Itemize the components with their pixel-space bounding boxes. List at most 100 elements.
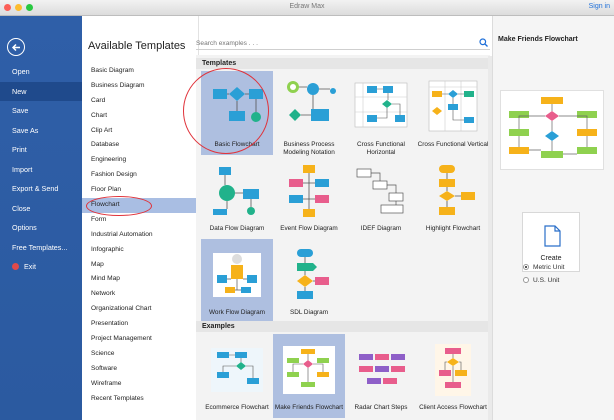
- idef-thumb-icon: [356, 168, 404, 214]
- menu-exit[interactable]: Exit: [0, 257, 82, 277]
- category-item[interactable]: Fashion Design: [82, 168, 199, 183]
- templates-section-heading: Templates: [196, 58, 490, 69]
- search-input[interactable]: [196, 38, 476, 49]
- exit-icon: [12, 263, 19, 270]
- template-work-flow[interactable]: Work Flow Diagram: [201, 239, 273, 323]
- menu-open[interactable]: Open: [0, 62, 82, 82]
- highlight-flowchart-thumb-icon: [439, 165, 475, 215]
- template-cross-functional-vertical[interactable]: Cross Functional Vertical: [417, 71, 489, 155]
- menu-options[interactable]: Options: [0, 218, 82, 238]
- menu-import[interactable]: Import: [0, 160, 82, 180]
- example-label: Client Access Flowchart: [419, 404, 487, 411]
- us-unit-option[interactable]: U.S. Unit: [523, 277, 559, 284]
- category-panel: Available Templates Basic Diagram Busine…: [82, 16, 199, 420]
- radar-chart-steps-thumb-icon: [359, 354, 405, 384]
- template-bpmn[interactable]: Business Process Modeling Notation: [273, 71, 345, 156]
- category-item[interactable]: Organizational Chart: [82, 302, 199, 317]
- example-client-access-flowchart[interactable]: Client Access Flowchart: [417, 334, 489, 418]
- category-item[interactable]: Business Diagram: [82, 79, 199, 94]
- category-item[interactable]: Mind Map: [82, 272, 199, 287]
- category-item[interactable]: Industrial Automation: [82, 228, 199, 243]
- category-item[interactable]: Map: [82, 258, 199, 273]
- category-item[interactable]: Form: [82, 213, 199, 228]
- search-bar: [196, 38, 490, 50]
- category-item[interactable]: Engineering: [82, 153, 199, 168]
- example-label: Radar Chart Steps: [354, 404, 408, 411]
- menu-save-as[interactable]: Save As: [0, 121, 82, 141]
- make-friends-preview-image: [509, 97, 597, 158]
- template-label: Work Flow Diagram: [209, 309, 265, 316]
- us-unit-radio[interactable]: [523, 277, 529, 283]
- category-item[interactable]: Infographic: [82, 243, 199, 258]
- preview-title: Make Friends Flowchart: [498, 36, 578, 43]
- preview-thumbnail: [500, 90, 604, 170]
- template-label: SDL Diagram: [289, 309, 329, 316]
- menu-save[interactable]: Save: [0, 101, 82, 121]
- menu-new[interactable]: New: [0, 81, 82, 101]
- category-item[interactable]: Card: [82, 94, 199, 109]
- category-item-flowchart[interactable]: Flowchart: [82, 198, 199, 213]
- example-ecommerce-flowchart[interactable]: Ecommerce Flowchart: [201, 334, 273, 418]
- category-item[interactable]: Recent Templates: [82, 392, 199, 407]
- event-flow-thumb-icon: [289, 165, 329, 217]
- template-label: Data Flow Diagram: [209, 225, 265, 232]
- template-idef[interactable]: IDEF Diagram: [345, 155, 417, 239]
- category-item[interactable]: Science: [82, 347, 199, 362]
- template-sdl[interactable]: SDL Diagram: [273, 239, 345, 323]
- back-button[interactable]: [7, 38, 25, 56]
- menu-print[interactable]: Print: [0, 140, 82, 160]
- basic-flowchart-thumb-icon: [213, 87, 263, 122]
- category-item[interactable]: Software: [82, 362, 199, 377]
- category-item[interactable]: Clip Art: [82, 124, 199, 139]
- template-label: Event Flow Diagram: [280, 225, 338, 232]
- template-basic-flowchart[interactable]: Basic Flowchart: [201, 71, 273, 155]
- menu-exit-label: Exit: [24, 262, 36, 271]
- create-button[interactable]: Create: [522, 212, 580, 272]
- category-item[interactable]: Presentation: [82, 317, 199, 332]
- example-make-friends-flowchart[interactable]: Make Friends Flowchart: [273, 334, 345, 418]
- sdl-thumb-icon: [297, 249, 329, 299]
- template-event-flow[interactable]: Event Flow Diagram: [273, 155, 345, 239]
- category-item[interactable]: Network: [82, 287, 199, 302]
- examples-section-heading: Examples: [196, 321, 490, 332]
- category-item[interactable]: Basic Diagram: [82, 64, 199, 79]
- menu-export-send[interactable]: Export & Send: [0, 179, 82, 199]
- template-cross-functional-horizontal[interactable]: Cross Functional Horizontal: [345, 71, 417, 156]
- sign-in-link[interactable]: Sign in: [589, 3, 610, 10]
- search-icon[interactable]: [479, 38, 488, 47]
- data-flow-thumb-icon: [213, 167, 259, 215]
- make-friends-flowchart-thumb-icon: [283, 346, 335, 394]
- template-label: Basic Flowchart: [214, 141, 260, 148]
- category-item[interactable]: Chart: [82, 109, 199, 124]
- category-list: Basic Diagram Business Diagram Card Char…: [82, 64, 199, 406]
- template-highlight-flowchart[interactable]: Highlight Flowchart: [417, 155, 489, 239]
- category-item[interactable]: Floor Plan: [82, 183, 199, 198]
- metric-unit-radio[interactable]: [523, 264, 529, 270]
- template-data-flow[interactable]: Data Flow Diagram: [201, 155, 273, 239]
- us-unit-label: U.S. Unit: [533, 277, 560, 284]
- example-label: Ecommerce Flowchart: [205, 404, 269, 411]
- menu-close[interactable]: Close: [0, 199, 82, 219]
- file-menu: Open New Save Save As Print Import Expor…: [0, 62, 82, 277]
- file-menu-sidebar: Open New Save Save As Print Import Expor…: [0, 16, 82, 420]
- work-flow-thumb-icon: [213, 253, 261, 297]
- template-gallery: Templates Basic Flowchart Business Proce…: [196, 55, 490, 420]
- title-bar: Edraw Max Sign in: [0, 0, 614, 16]
- client-access-flowchart-thumb-icon: [435, 344, 471, 396]
- metric-unit-label: Metric Unit: [533, 264, 565, 271]
- window-title: Edraw Max: [289, 3, 325, 10]
- category-item[interactable]: Database: [82, 138, 199, 153]
- metric-unit-option[interactable]: Metric Unit: [523, 264, 565, 271]
- menu-free-templates[interactable]: Free Templates...: [0, 238, 82, 258]
- arrow-left-icon: [11, 43, 20, 52]
- ecommerce-flowchart-thumb-icon: [211, 348, 263, 392]
- category-item[interactable]: Project Management: [82, 332, 199, 347]
- example-label: Make Friends Flowchart: [274, 404, 344, 411]
- edraw-window: Edraw Max Sign in Open New Save Save As …: [0, 0, 614, 420]
- example-radar-chart-steps[interactable]: Radar Chart Steps: [345, 334, 417, 418]
- template-label: IDEF Diagram: [360, 225, 402, 232]
- template-label: Cross Functional Vertical: [417, 141, 489, 148]
- preview-panel: Make Friends Flowchart Create Metric Uni…: [492, 16, 614, 420]
- bpmn-thumb-icon: [287, 81, 336, 121]
- category-item[interactable]: Wireframe: [82, 377, 199, 392]
